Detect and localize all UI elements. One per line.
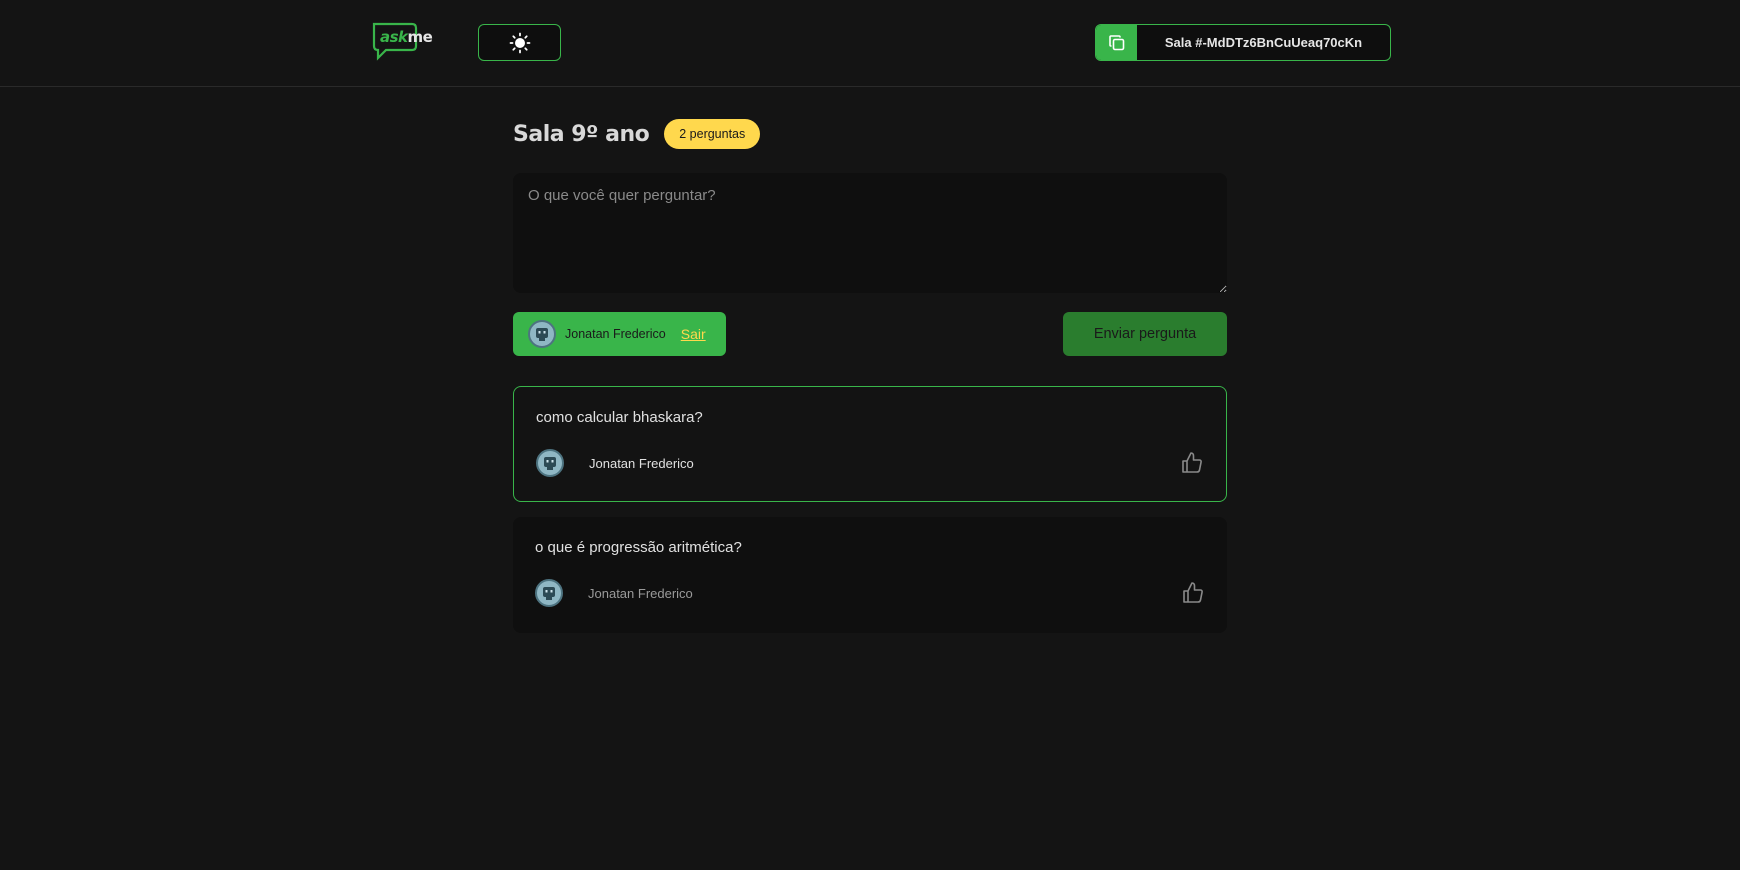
- question-input[interactable]: [513, 173, 1227, 293]
- room-code-button[interactable]: Sala #-MdDTz6BnCuUeaq70cKn: [1095, 24, 1391, 61]
- robot-avatar-icon: [544, 457, 556, 470]
- room-code-text: Sala #-MdDTz6BnCuUeaq70cKn: [1164, 35, 1363, 50]
- question-card: o que é progressão aritmética? Jonatan F…: [513, 517, 1227, 633]
- user-name: Jonatan Frederico: [565, 327, 666, 341]
- robot-avatar-icon: [536, 328, 548, 341]
- avatar: [535, 579, 563, 607]
- thumbs-up-icon[interactable]: [1180, 451, 1204, 475]
- question-count-badge: 2 perguntas: [664, 119, 761, 149]
- logo-ask-text: ask: [380, 28, 408, 46]
- top-header: askme Sala #-MdDTz6BnCuUeaq70cKn: [0, 0, 1740, 87]
- author-name: Jonatan Frederico: [589, 455, 694, 471]
- question-author: Jonatan Frederico: [535, 579, 693, 607]
- question-text: o que é progressão aritmética?: [535, 539, 742, 556]
- copy-icon: [1108, 34, 1124, 50]
- page-title: Sala 9º ano: [513, 121, 650, 147]
- question-card: como calcular bhaskara? Jonatan Frederic…: [513, 386, 1227, 502]
- robot-avatar-icon: [543, 587, 555, 600]
- room-title-row: Sala 9º ano 2 perguntas: [513, 118, 761, 150]
- user-info: Jonatan Frederico Sair: [513, 312, 726, 356]
- logo-me-text: me: [407, 28, 433, 46]
- author-name: Jonatan Frederico: [588, 585, 693, 601]
- send-question-button[interactable]: Enviar pergunta: [1063, 312, 1227, 356]
- askme-logo[interactable]: askme: [372, 22, 440, 64]
- question-text: como calcular bhaskara?: [536, 409, 703, 426]
- copy-button[interactable]: [1096, 25, 1137, 60]
- logout-link[interactable]: Sair: [681, 326, 706, 342]
- theme-toggle-button[interactable]: [478, 24, 561, 61]
- avatar: [536, 449, 564, 477]
- avatar: [528, 320, 556, 348]
- thumbs-up-icon[interactable]: [1181, 581, 1205, 605]
- question-author: Jonatan Frederico: [536, 449, 694, 477]
- sun-icon: [509, 32, 530, 53]
